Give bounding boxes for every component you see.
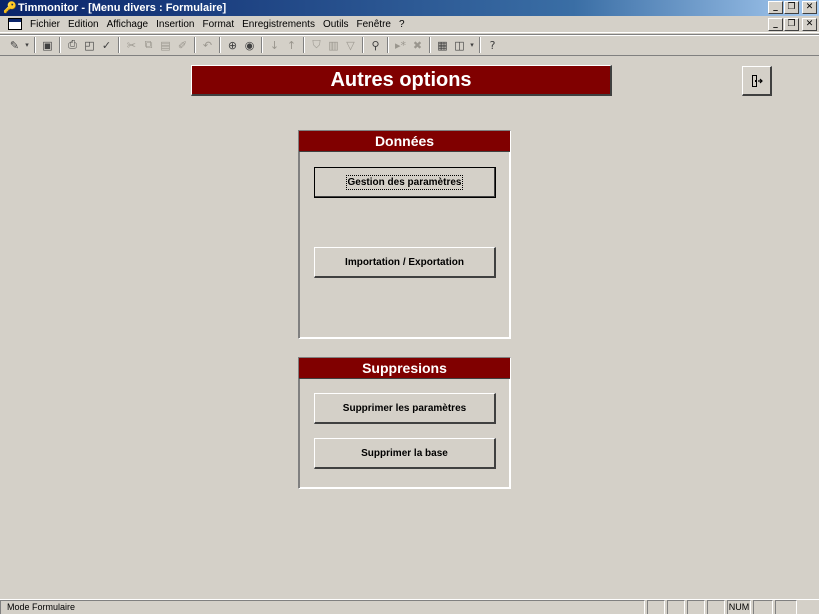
sort-descending-icon[interactable]: ↑ [283, 37, 300, 54]
group-suppresions-title: Suppresions [299, 358, 510, 379]
window-controls: _ ❐ ✕ [768, 1, 817, 14]
toolbar-separator [219, 37, 221, 53]
delete-record-icon[interactable]: ✖ [409, 37, 426, 54]
status-num: NUM [727, 600, 751, 614]
format-painter-icon[interactable]: ✐ [174, 37, 191, 54]
menu-outils[interactable]: Outils [319, 19, 353, 30]
close-button[interactable]: ✕ [802, 1, 817, 14]
menu-fichier[interactable]: Fichier [26, 19, 64, 30]
status-cell [775, 600, 797, 614]
menu-enregistrements[interactable]: Enregistrements [238, 19, 319, 30]
exit-button[interactable] [742, 66, 772, 96]
apply-filter-icon[interactable]: ▽ [342, 37, 359, 54]
menu-help[interactable]: ? [395, 19, 409, 30]
supprimer-parametres-button[interactable]: Supprimer les paramètres [314, 393, 496, 424]
toolbar-separator [429, 37, 431, 53]
button-label: Supprimer les paramètres [342, 402, 467, 414]
toolbar-separator [387, 37, 389, 53]
menu-insertion[interactable]: Insertion [152, 19, 198, 30]
supprimer-base-button[interactable]: Supprimer la base [314, 438, 496, 469]
toolbar-separator [479, 37, 481, 53]
toolbar-separator [194, 37, 196, 53]
form-header: Autres options [191, 65, 612, 96]
status-cell [687, 600, 705, 614]
group-suppresions: Suppresions Supprimer les paramètres Sup… [298, 357, 511, 489]
form-view-icon[interactable]: ✎ [6, 37, 23, 54]
document-window-controls: _ ❐ ✕ [768, 18, 817, 31]
hyperlink-icon[interactable]: ⊕ [224, 37, 241, 54]
toolbar: ✎ ▾ ▣ ⎙ ◰ ✓ ✂ ⧉ ▤ ✐ ↶ ⊕ ◉ ↓ ↑ ⛉ ▥ ▽ ⚲ ▸*… [0, 34, 819, 56]
doc-restore-button[interactable]: ❐ [784, 18, 799, 31]
new-object-dropdown-icon[interactable]: ▾ [468, 37, 476, 54]
window-titlebar: 🔑 Timmonitor - [Menu divers : Formulaire… [0, 0, 819, 16]
button-label: Importation / Exportation [345, 256, 464, 268]
database-window-icon[interactable]: ▦ [434, 37, 451, 54]
doc-minimize-button[interactable]: _ [768, 18, 783, 31]
toolbar-separator [59, 37, 61, 53]
filter-by-form-icon[interactable]: ▥ [325, 37, 342, 54]
toolbar-separator [261, 37, 263, 53]
toolbar-separator [303, 37, 305, 53]
filter-by-selection-icon[interactable]: ⛉ [308, 37, 325, 54]
cut-icon[interactable]: ✂ [123, 37, 140, 54]
help-icon[interactable]: ? [484, 37, 501, 54]
save-icon[interactable]: ▣ [39, 37, 56, 54]
minimize-button[interactable]: _ [768, 1, 783, 14]
status-cell [707, 600, 725, 614]
undo-icon[interactable]: ↶ [199, 37, 216, 54]
menu-affichage[interactable]: Affichage [103, 19, 153, 30]
spellcheck-icon[interactable]: ✓ [98, 37, 115, 54]
form-window-icon[interactable] [8, 18, 22, 30]
exit-door-icon [751, 74, 763, 87]
doc-close-button[interactable]: ✕ [802, 18, 817, 31]
group-donnees: Données Gestion des paramètres Importati… [298, 130, 511, 339]
group-title-text: Suppresions [362, 360, 447, 376]
status-cell [647, 600, 665, 614]
status-mode: Mode Formulaire [0, 600, 645, 614]
toolbar-separator [34, 37, 36, 53]
menu-format[interactable]: Format [198, 19, 238, 30]
button-label: Supprimer la base [361, 447, 448, 459]
toolbar-separator [362, 37, 364, 53]
new-record-icon[interactable]: ▸* [392, 37, 409, 54]
view-dropdown-icon[interactable]: ▾ [23, 37, 31, 54]
group-donnees-title: Données [299, 131, 510, 152]
menu-bar: Fichier Edition Affichage Insertion Form… [0, 16, 819, 33]
toolbar-separator [118, 37, 120, 53]
status-cell [753, 600, 773, 614]
sort-ascending-icon[interactable]: ↓ [266, 37, 283, 54]
find-icon[interactable]: ⚲ [367, 37, 384, 54]
menu-fenetre[interactable]: Fenêtre [353, 19, 395, 30]
import-export-button[interactable]: Importation / Exportation [314, 247, 496, 278]
print-icon[interactable]: ⎙ [64, 37, 81, 54]
window-title: Timmonitor - [Menu divers : Formulaire] [18, 2, 227, 14]
copy-icon[interactable]: ⧉ [140, 37, 157, 54]
paste-icon[interactable]: ▤ [157, 37, 174, 54]
gestion-parametres-button[interactable]: Gestion des paramètres [314, 167, 496, 198]
status-cell [667, 600, 685, 614]
menu-edition[interactable]: Edition [64, 19, 103, 30]
form-title: Autres options [330, 68, 472, 91]
new-object-icon[interactable]: ◫ [451, 37, 468, 54]
button-label: Gestion des paramètres [345, 174, 464, 190]
status-bar: Mode Formulaire NUM [0, 599, 819, 614]
app-key-icon: 🔑 [3, 2, 17, 14]
group-title-text: Données [374, 133, 435, 149]
web-icon[interactable]: ◉ [241, 37, 258, 54]
restore-button[interactable]: ❐ [784, 1, 799, 14]
print-preview-icon[interactable]: ◰ [81, 37, 98, 54]
